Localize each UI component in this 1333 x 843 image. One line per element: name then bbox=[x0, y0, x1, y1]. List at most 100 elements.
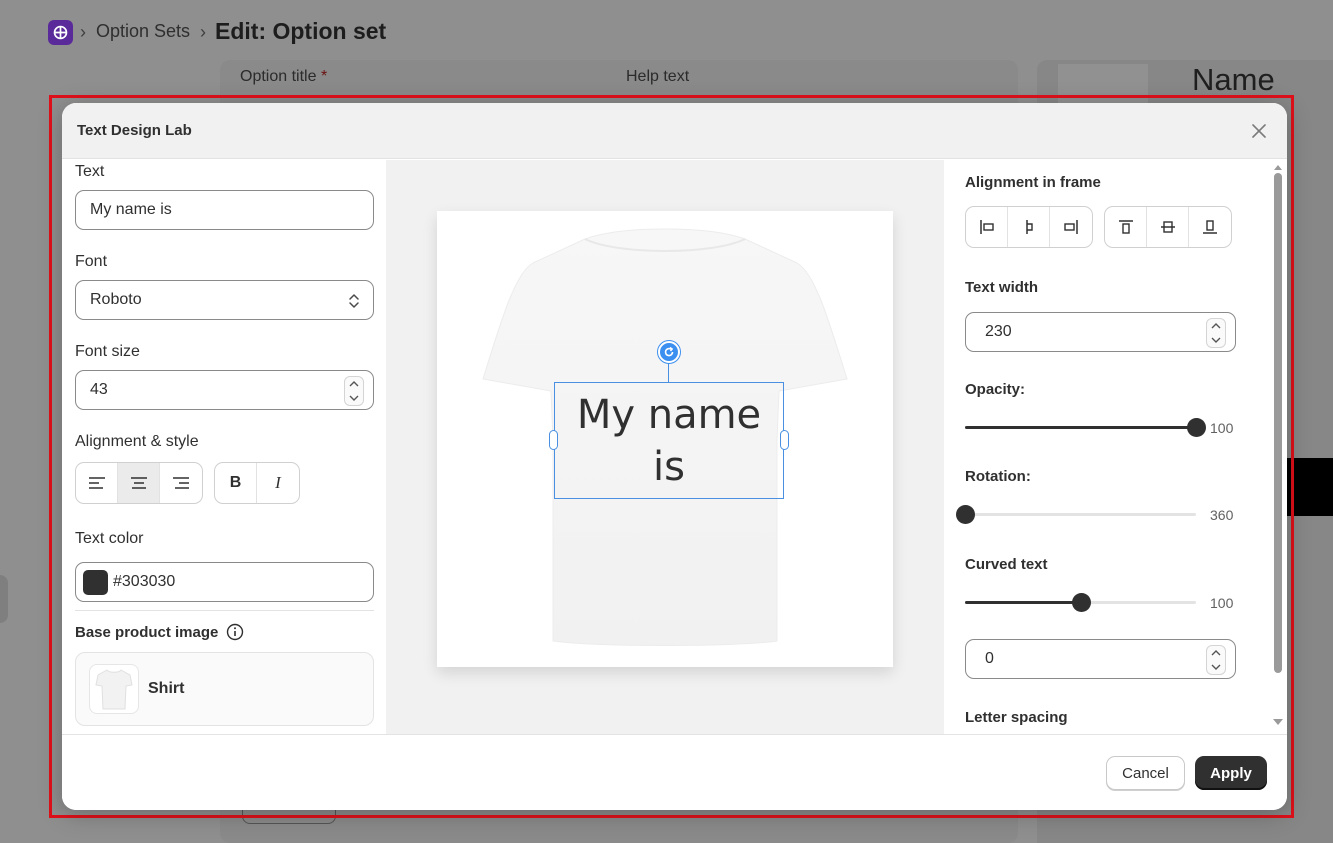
font-size-field[interactable]: 43 bbox=[75, 370, 374, 410]
left-panel: Text Font Roboto Font size 43 Alignment … bbox=[62, 160, 386, 734]
design-canvas[interactable]: My name is bbox=[437, 211, 893, 667]
modal-footer: Cancel Apply bbox=[62, 734, 1287, 810]
chevron-right-icon: › bbox=[200, 22, 206, 42]
right-panel: Alignment in frame Text width 230 Opacit… bbox=[944, 160, 1287, 734]
align-right-button[interactable] bbox=[160, 463, 202, 503]
align-frame-top-icon bbox=[1118, 220, 1133, 234]
frame-align-top-button[interactable] bbox=[1105, 207, 1147, 247]
divider bbox=[75, 610, 374, 611]
curved-text-input-value: 0 bbox=[985, 650, 994, 667]
color-swatch[interactable] bbox=[83, 569, 108, 595]
text-color-label: Text color bbox=[75, 530, 144, 547]
chevron-up-icon[interactable] bbox=[1211, 650, 1221, 656]
bold-button[interactable]: B bbox=[215, 463, 257, 503]
horizontal-frame-align-group bbox=[965, 206, 1093, 248]
help-text-label: Help text bbox=[626, 68, 690, 85]
font-select[interactable]: Roboto bbox=[75, 280, 374, 320]
app-logo-icon[interactable] bbox=[48, 20, 73, 45]
info-icon[interactable] bbox=[226, 623, 244, 641]
curved-text-slider-thumb[interactable] bbox=[1071, 593, 1091, 612]
align-left-icon bbox=[88, 477, 105, 489]
page-title: Edit: Option set bbox=[215, 18, 387, 44]
align-center-button[interactable] bbox=[118, 463, 160, 503]
align-center-icon bbox=[130, 477, 147, 489]
text-width-stepper[interactable] bbox=[1206, 318, 1226, 348]
close-icon[interactable] bbox=[1247, 119, 1271, 143]
canvas-area: My name is bbox=[386, 160, 944, 734]
text-design-modal: Text Design Lab Text Font Roboto Font si… bbox=[62, 103, 1287, 810]
chevron-down-icon[interactable] bbox=[1211, 337, 1221, 343]
align-left-button[interactable] bbox=[76, 463, 118, 503]
text-label: Text bbox=[75, 163, 105, 180]
chevron-up-icon[interactable] bbox=[1211, 323, 1221, 329]
font-label: Font bbox=[75, 253, 108, 270]
align-frame-left-icon bbox=[979, 220, 994, 234]
frame-align-right-button[interactable] bbox=[1050, 207, 1092, 247]
chevron-down-icon[interactable] bbox=[349, 395, 359, 401]
curved-text-input[interactable]: 0 bbox=[965, 639, 1236, 679]
base-product-label: Base product image bbox=[75, 623, 244, 641]
frame-align-bottom-button[interactable] bbox=[1189, 207, 1231, 247]
frame-align-hcenter-button[interactable] bbox=[1008, 207, 1050, 247]
vertical-frame-align-group bbox=[1104, 206, 1232, 248]
modal-title: Text Design Lab bbox=[77, 122, 192, 139]
rotation-slider-thumb[interactable] bbox=[956, 505, 975, 524]
align-frame-vcenter-icon bbox=[1160, 221, 1175, 233]
side-tab bbox=[0, 575, 8, 623]
name-heading: Name bbox=[1192, 62, 1275, 97]
breadcrumb-option-sets[interactable]: Option Sets bbox=[96, 21, 190, 42]
text-style-group: B I bbox=[214, 462, 300, 504]
resize-handle-right[interactable] bbox=[780, 430, 789, 450]
curved-text-slider[interactable] bbox=[965, 592, 1196, 612]
option-title-label: Option title * bbox=[240, 68, 328, 85]
apply-button[interactable]: Apply bbox=[1195, 756, 1267, 790]
curved-text-value: 100 bbox=[1210, 595, 1234, 611]
cancel-button[interactable]: Cancel bbox=[1106, 756, 1185, 790]
italic-button[interactable]: I bbox=[257, 463, 299, 503]
text-width-field[interactable]: 230 bbox=[965, 312, 1236, 352]
base-product-card[interactable]: Shirt bbox=[75, 652, 374, 726]
font-size-value: 43 bbox=[90, 381, 108, 398]
letter-spacing-label: Letter spacing bbox=[965, 709, 1068, 726]
text-color-field[interactable]: #303030 bbox=[75, 562, 374, 602]
opacity-label: Opacity: bbox=[965, 381, 1026, 398]
text-layer[interactable]: My name is bbox=[549, 382, 789, 499]
text-width-value: 230 bbox=[985, 323, 1012, 340]
curved-text-label: Curved text bbox=[965, 556, 1048, 573]
scrollbar[interactable] bbox=[1273, 165, 1283, 728]
resize-handle-left[interactable] bbox=[549, 430, 558, 450]
base-product-label-text: Base product image bbox=[75, 623, 219, 641]
font-size-stepper[interactable] bbox=[344, 376, 364, 406]
rotation-slider[interactable] bbox=[956, 504, 1196, 524]
scrollbar-thumb[interactable] bbox=[1274, 173, 1282, 673]
opacity-value: 100 bbox=[1210, 420, 1234, 436]
chevron-right-icon: › bbox=[80, 22, 86, 42]
align-frame-right-icon bbox=[1064, 220, 1078, 234]
text-color-value: #303030 bbox=[113, 573, 176, 590]
product-name: Shirt bbox=[148, 680, 185, 697]
rotation-value: 360 bbox=[1210, 507, 1234, 523]
frame-align-left-button[interactable] bbox=[966, 207, 1008, 247]
font-select-value: Roboto bbox=[90, 291, 142, 308]
shirt-thumbnail bbox=[89, 664, 139, 714]
rotation-label: Rotation: bbox=[965, 468, 1031, 485]
scroll-up-arrow-icon[interactable] bbox=[1274, 164, 1282, 170]
chevron-down-icon[interactable] bbox=[1211, 664, 1221, 670]
alignment-frame-label: Alignment in frame bbox=[965, 174, 1101, 191]
text-input[interactable] bbox=[75, 190, 374, 230]
curved-text-stepper[interactable] bbox=[1206, 645, 1226, 675]
preview-text: My name is bbox=[576, 391, 762, 490]
shirt-icon bbox=[95, 669, 133, 710]
align-frame-hcenter-icon bbox=[1025, 220, 1033, 234]
align-right-icon bbox=[173, 477, 189, 489]
scroll-down-arrow-icon[interactable] bbox=[1273, 719, 1283, 726]
chevron-up-icon[interactable] bbox=[349, 381, 359, 387]
opacity-slider[interactable] bbox=[965, 417, 1206, 437]
font-size-label: Font size bbox=[75, 343, 140, 360]
align-frame-bottom-icon bbox=[1203, 220, 1217, 234]
frame-align-vcenter-button[interactable] bbox=[1147, 207, 1189, 247]
rotation-stem bbox=[668, 363, 669, 382]
opacity-slider-thumb[interactable] bbox=[1187, 418, 1206, 437]
rotate-icon[interactable] bbox=[658, 341, 680, 363]
alignment-style-label: Alignment & style bbox=[75, 433, 199, 450]
